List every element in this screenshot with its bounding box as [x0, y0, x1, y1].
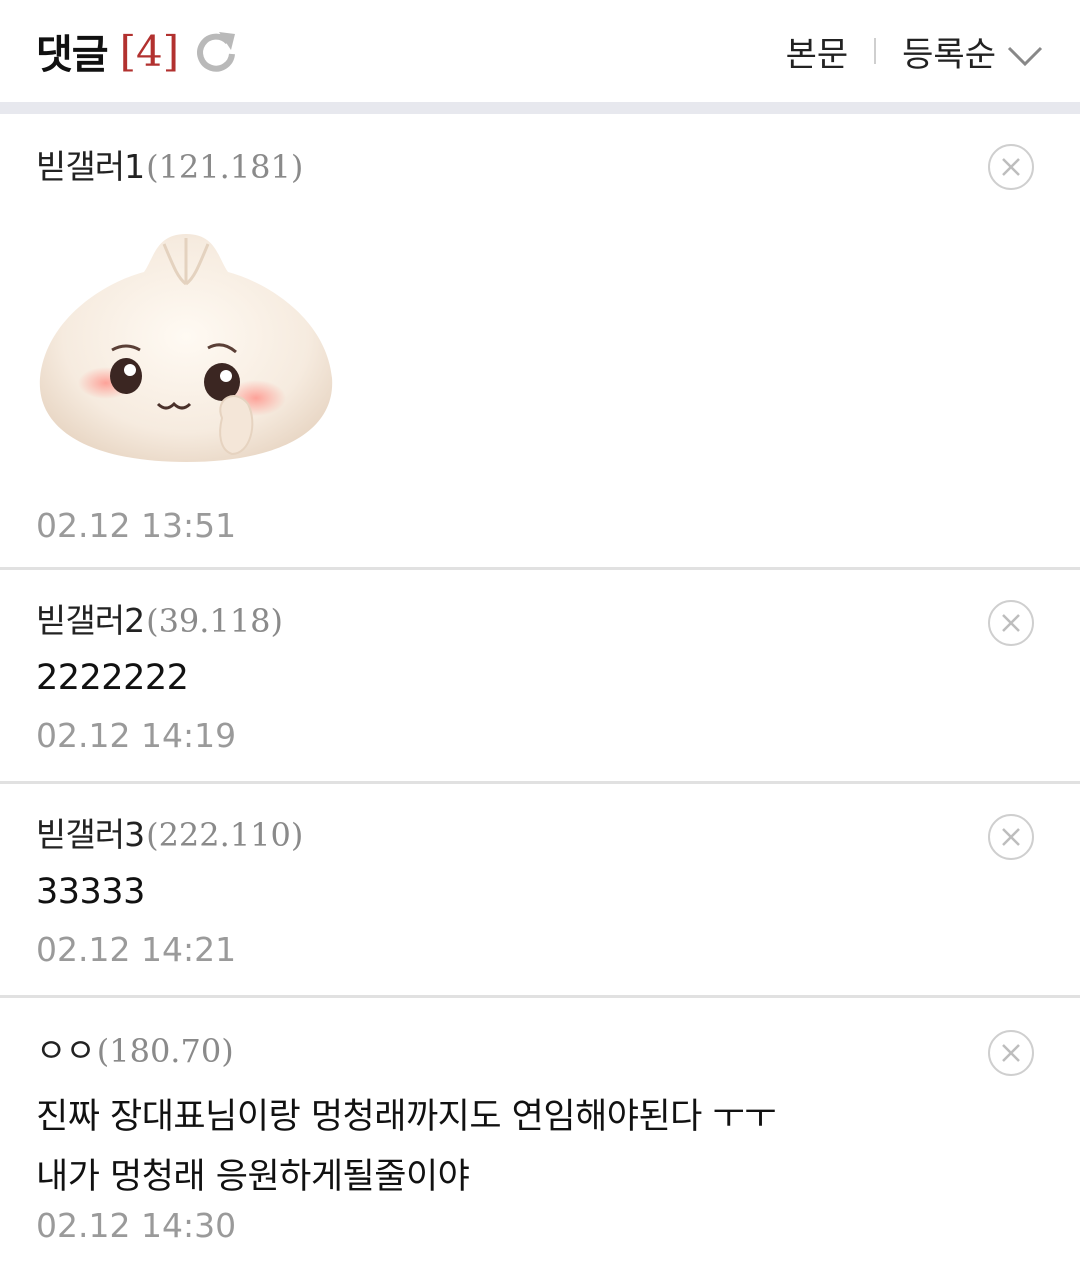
comment-count: [4] [119, 26, 180, 76]
header-right: 본문 등록순 [786, 27, 1044, 76]
ip-address: (39.118) [146, 602, 284, 640]
close-icon [1002, 1044, 1020, 1062]
comment-text: 33333 [36, 872, 145, 912]
comment-text: 2222222 [36, 658, 189, 698]
comment-item: 빋갤러2 (39.118) 2222222 02.12 14:19 [0, 570, 1080, 784]
comment-author: 빋갤러1 (121.181) [36, 140, 303, 188]
delete-button[interactable] [988, 144, 1034, 190]
comment-text-line: 내가 멍청래 응원하게될줄이야 [36, 1157, 470, 1197]
ip-address: (180.70) [96, 1032, 234, 1070]
comment-date: 02.12 14:21 [36, 930, 237, 969]
comment-item: 빋갤러3 (222.110) 33333 02.12 14:21 [0, 784, 1080, 998]
comment-author: 빋갤러3 (222.110) [36, 808, 303, 856]
comments-header: 댓글 [4] 본문 등록순 [0, 0, 1080, 102]
comment-author: 빋갤러2 (39.118) [36, 594, 283, 642]
close-icon [1002, 828, 1020, 846]
nickname[interactable]: 빋갤러2 [36, 594, 145, 642]
delete-button[interactable] [988, 600, 1034, 646]
divider [874, 38, 877, 64]
tab-body[interactable]: 본문 [786, 27, 849, 76]
comments-title: 댓글 [36, 32, 109, 78]
sort-dropdown[interactable]: 등록순 [902, 27, 996, 76]
chevron-down-icon[interactable] [1006, 38, 1044, 67]
delete-button[interactable] [988, 1030, 1034, 1076]
comment-date: 02.12 14:19 [36, 716, 237, 755]
close-icon [1002, 614, 1020, 632]
ip-address: (121.181) [146, 148, 304, 186]
nickname[interactable]: 빋갤러1 [36, 140, 145, 188]
comment-date: 02.12 13:51 [36, 506, 237, 545]
ip-address: (222.110) [146, 816, 304, 854]
header-divider-band [0, 102, 1080, 114]
delete-button[interactable] [988, 814, 1034, 860]
header-left: 댓글 [4] [36, 22, 239, 80]
nickname[interactable]: 빋갤러3 [36, 808, 145, 856]
comment-date: 02.12 14:30 [36, 1206, 237, 1245]
comment-text-line: 진짜 장대표님이랑 멍청래까지도 연임해야된다 ㅜㅜ [36, 1097, 776, 1137]
comment-author: ㅇㅇ (180.70) [36, 1024, 234, 1072]
close-icon [1002, 158, 1020, 176]
comment-item: ㅇㅇ (180.70) 진짜 장대표님이랑 멍청래까지도 연임해야된다 ㅜㅜ 내… [0, 998, 1080, 1265]
nickname[interactable]: ㅇㅇ [36, 1024, 96, 1072]
refresh-icon[interactable] [193, 28, 239, 74]
crying-dumpling-sticker [39, 234, 333, 462]
